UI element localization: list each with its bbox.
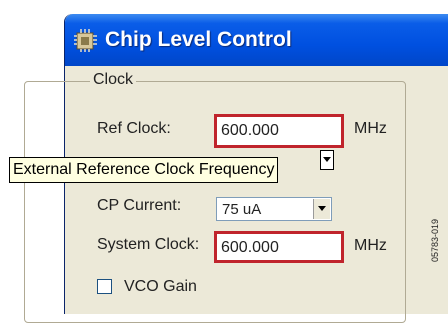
ref-clock-label: Ref Clock:: [97, 120, 171, 137]
title-bar: Chip Level Control: [65, 14, 448, 66]
tooltip: External Reference Clock Frequency: [9, 157, 279, 183]
vco-gain-label: VCO Gain: [124, 278, 197, 295]
system-clock-input[interactable]: 600.000: [214, 231, 344, 263]
system-clock-value: 600.000: [221, 239, 279, 256]
window-title: Chip Level Control: [105, 28, 292, 51]
ref-clock-unit: MHz: [354, 120, 387, 137]
system-clock-unit: MHz: [354, 237, 387, 254]
system-clock-label: System Clock:: [97, 236, 200, 253]
figure-id: 05783-019: [430, 218, 440, 262]
cp-current-dropdown-button[interactable]: [313, 199, 330, 219]
ref-clock-input[interactable]: 600.000: [214, 114, 344, 148]
vco-gain-checkbox[interactable]: [97, 279, 112, 294]
combo-dropdown-button[interactable]: [320, 150, 334, 170]
chevron-down-icon: [323, 157, 331, 162]
tooltip-text: External Reference Clock Frequency: [13, 161, 275, 178]
cp-current-select[interactable]: 75 uA: [216, 197, 332, 221]
clock-group-label: Clock: [90, 71, 137, 89]
cp-current-label: CP Current:: [97, 197, 182, 214]
chevron-down-icon: [318, 206, 326, 211]
chip-level-app-icon: [73, 27, 99, 53]
cp-current-value: 75 uA: [222, 201, 262, 218]
ref-clock-value: 600.000: [221, 122, 279, 139]
